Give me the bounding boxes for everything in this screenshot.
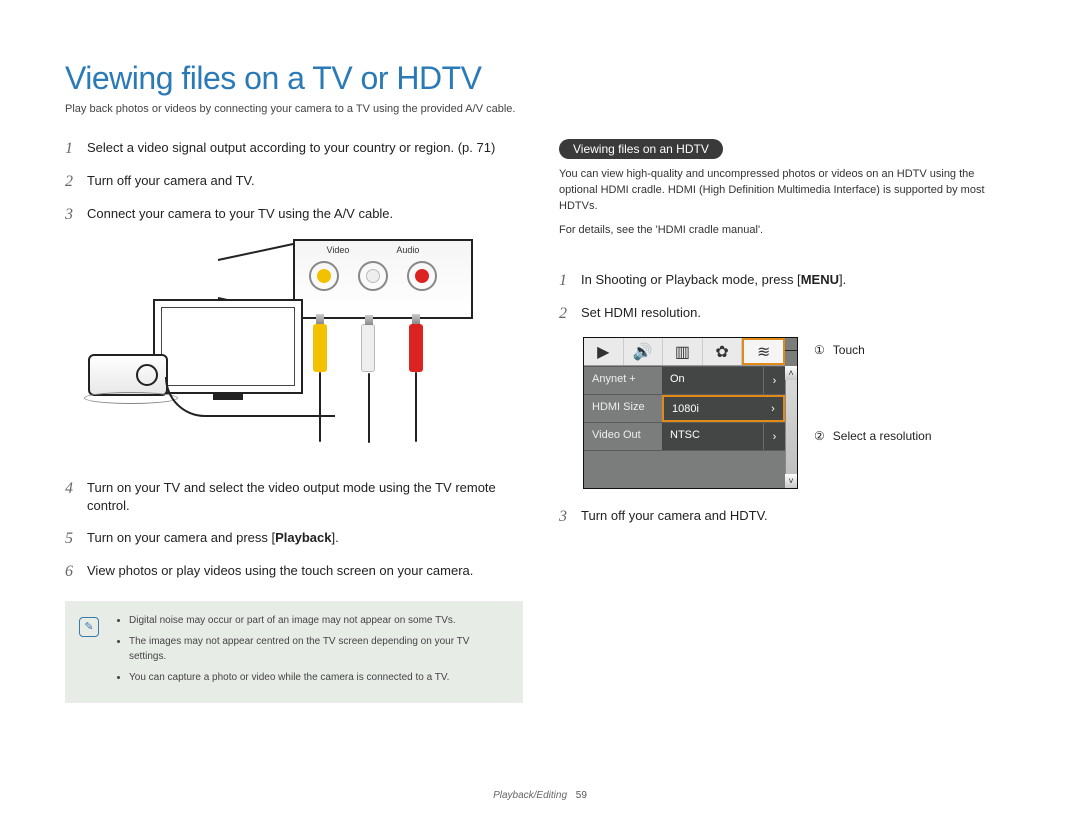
left-column: 1 Select a video signal output according…: [65, 139, 523, 703]
audio-port-white: [358, 261, 388, 291]
step-number: 2: [559, 304, 573, 323]
menu-row-empty: [584, 450, 785, 486]
callout-text: Touch: [833, 343, 865, 357]
step-1: 1 Select a video signal output according…: [65, 139, 523, 158]
hdtv-step-1: 1 In Shooting or Playback mode, press [M…: [559, 271, 1015, 290]
menu-row-hdmi-size[interactable]: HDMI Size 1080i ›: [584, 394, 785, 422]
menu-callouts: ① Touch ② Select a resolution: [816, 343, 932, 443]
page-subtitle: Play back photos or videos by connecting…: [65, 103, 1015, 115]
video-port-yellow: [309, 261, 339, 291]
step-number: 3: [65, 205, 79, 224]
note-list: Digital noise may occur or part of an im…: [111, 613, 509, 691]
chevron-right-icon[interactable]: ›: [763, 367, 785, 394]
menu-scrollbar[interactable]: [785, 366, 797, 488]
audio-port-red: [407, 261, 437, 291]
tab-playback-icon[interactable]: ▶: [584, 338, 624, 365]
step-text: Select a video signal output according t…: [87, 139, 495, 158]
av-cable-illustration: Video Audio: [83, 239, 523, 459]
hdtv-paragraph: You can view high-quality and uncompress…: [559, 167, 1015, 215]
callout-select-resolution: ② Select a resolution: [816, 429, 932, 443]
menu-row-value: On: [662, 367, 763, 394]
note-icon: ✎: [79, 617, 99, 637]
hdtv-step-3: 3 Turn off your camera and HDTV.: [559, 507, 1015, 526]
tab-settings-icon[interactable]: ✿: [703, 338, 743, 365]
step-text: Set HDMI resolution.: [581, 304, 701, 323]
scroll-down-icon[interactable]: ˅: [785, 474, 797, 488]
av-port-zoom: Video Audio: [293, 239, 473, 319]
label-audio: Audio: [396, 245, 419, 255]
label-video: Video: [327, 245, 350, 255]
hdmi-menu-screenshot: ▶ 🔊 ▥ ✿ ≋ Anynet + On ›: [583, 337, 798, 489]
step-number: 2: [65, 172, 79, 191]
hdtv-heading-pill: Viewing files on an HDTV: [559, 139, 723, 159]
step-6: 6 View photos or play videos using the t…: [65, 562, 523, 581]
right-column: Viewing files on an HDTV You can view hi…: [559, 139, 1015, 703]
menu-row-label: HDMI Size: [584, 395, 662, 422]
note-item: You can capture a photo or video while t…: [129, 670, 509, 685]
step-number: 6: [65, 562, 79, 581]
step-number: 1: [559, 271, 573, 290]
step-number: 1: [65, 139, 79, 158]
callout-marker: ①: [814, 343, 825, 357]
step-number: 5: [65, 529, 79, 548]
scroll-up-icon[interactable]: ˄: [785, 366, 797, 380]
menu-row-video-out[interactable]: Video Out NTSC ›: [584, 422, 785, 450]
page-footer: Playback/Editing 59: [0, 790, 1080, 801]
step-text: Turn off your camera and TV.: [87, 172, 255, 191]
note-item: The images may not appear centred on the…: [129, 634, 509, 664]
tab-sound-icon[interactable]: 🔊: [624, 338, 664, 365]
note-box: ✎ Digital noise may occur or part of an …: [65, 601, 523, 703]
step-4: 4 Turn on your TV and select the video o…: [65, 479, 523, 515]
plug-white: [361, 324, 375, 372]
step-text: Turn on your camera and press [Playback]…: [87, 529, 339, 548]
step-number: 4: [65, 479, 79, 515]
page-title: Viewing files on a TV or HDTV: [65, 60, 1015, 97]
tab-connection-icon[interactable]: ≋: [742, 338, 785, 365]
chevron-right-icon[interactable]: ›: [763, 423, 785, 450]
rca-plugs: [313, 324, 463, 459]
menu-row-anynet[interactable]: Anynet + On ›: [584, 366, 785, 394]
step-number: 3: [559, 507, 573, 526]
step-text: In Shooting or Playback mode, press [MEN…: [581, 271, 846, 290]
step-text: Turn off your camera and HDTV.: [581, 507, 768, 526]
step-text: View photos or play videos using the tou…: [87, 562, 473, 581]
step-text: Connect your camera to your TV using the…: [87, 205, 393, 224]
step-2: 2 Turn off your camera and TV.: [65, 172, 523, 191]
note-item: Digital noise may occur or part of an im…: [129, 613, 509, 628]
callout-text: Select a resolution: [833, 429, 932, 443]
footer-section: Playback/Editing: [493, 790, 567, 801]
footer-page-number: 59: [576, 790, 587, 801]
step-text: Turn on your TV and select the video out…: [87, 479, 523, 515]
tab-display-icon[interactable]: ▥: [663, 338, 703, 365]
hdtv-step-2: 2 Set HDMI resolution.: [559, 304, 1015, 323]
menu-row-value: 1080i: [662, 395, 763, 422]
menu-row-label: Anynet +: [584, 367, 662, 394]
menu-row-label: Video Out: [584, 423, 662, 450]
step-3: 3 Connect your camera to your TV using t…: [65, 205, 523, 224]
hdtv-paragraph-2: For details, see the 'HDMI cradle manual…: [559, 223, 1015, 239]
plug-red: [409, 324, 423, 372]
callout-marker: ②: [814, 429, 825, 443]
menu-tab-bar: ▶ 🔊 ▥ ✿ ≋: [584, 338, 785, 366]
menu-row-value: NTSC: [662, 423, 763, 450]
chevron-right-icon[interactable]: ›: [763, 395, 785, 422]
callout-touch: ① Touch: [816, 343, 932, 357]
plug-yellow: [313, 324, 327, 372]
camera-illustration: [88, 354, 168, 396]
step-5: 5 Turn on your camera and press [Playbac…: [65, 529, 523, 548]
